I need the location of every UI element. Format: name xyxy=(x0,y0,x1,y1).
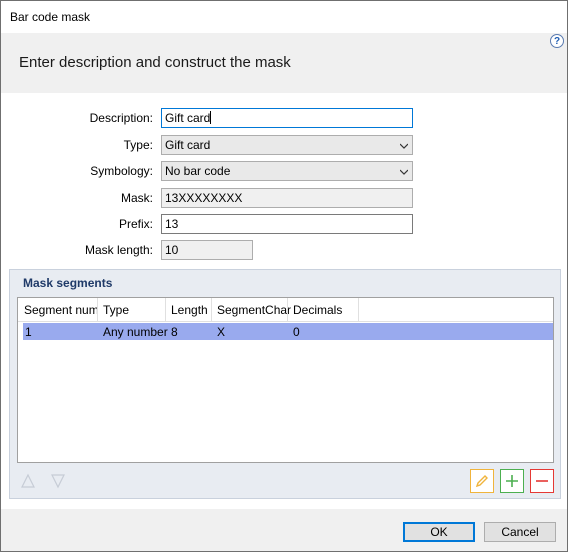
text-caret xyxy=(210,111,212,124)
cell-type: Any number xyxy=(103,325,168,339)
column-header[interactable]: Type xyxy=(97,298,135,322)
pencil-icon xyxy=(475,475,488,488)
type-label: Type: xyxy=(123,138,153,152)
prefix-input[interactable]: 13 xyxy=(161,214,413,234)
cell-length: 8 xyxy=(171,325,178,339)
mask-length-row: Mask length: 10 xyxy=(1,240,567,260)
type-value: Gift card xyxy=(165,138,211,152)
description-value: Gift card xyxy=(165,111,211,125)
column-header[interactable]: Decimals xyxy=(287,298,348,322)
column-header[interactable]: Segment num xyxy=(18,298,105,322)
cancel-button[interactable]: Cancel xyxy=(484,522,556,542)
column-divider[interactable] xyxy=(358,298,359,322)
cell-segment-num: 1 xyxy=(25,325,32,339)
mask-row: Mask: 13XXXXXXXX xyxy=(1,188,567,208)
segments-grid[interactable]: Segment num Type Length SegmentChar Deci… xyxy=(17,297,554,463)
column-header[interactable]: SegmentChar xyxy=(211,298,297,322)
mask-segments-group: Mask segments Segment num Type Length Se… xyxy=(9,269,561,499)
dialog-header: ? Enter description and construct the ma… xyxy=(1,33,567,93)
triangle-up-icon xyxy=(21,473,35,488)
column-header[interactable]: Length xyxy=(165,298,214,322)
mask-length-label: Mask length: xyxy=(84,243,153,257)
mask-value: 13XXXXXXXX xyxy=(165,191,243,205)
minus-icon xyxy=(536,480,548,482)
mask-label: Mask: xyxy=(120,191,153,205)
remove-segment-button[interactable] xyxy=(530,469,554,493)
chevron-down-icon xyxy=(400,143,408,149)
type-select[interactable]: Gift card xyxy=(161,135,413,155)
prefix-row: Prefix: 13 xyxy=(1,214,567,234)
prefix-value: 13 xyxy=(165,217,179,231)
add-segment-button[interactable] xyxy=(500,469,524,493)
description-row: Description: Gift card xyxy=(1,108,567,128)
dialog-window: Bar code mask ? Enter description and co… xyxy=(0,0,568,552)
description-label: Description: xyxy=(89,111,153,125)
symbology-select[interactable]: No bar code xyxy=(161,161,413,181)
plus-icon xyxy=(506,475,518,487)
mask-field: 13XXXXXXXX xyxy=(161,188,413,208)
chevron-down-icon xyxy=(400,169,408,175)
prefix-label: Prefix: xyxy=(118,217,153,231)
group-title: Mask segments xyxy=(23,276,113,290)
symbology-row: Symbology: No bar code xyxy=(1,161,567,181)
move-up-button[interactable] xyxy=(16,469,40,493)
description-input[interactable]: Gift card xyxy=(161,108,413,128)
title-bar[interactable]: Bar code mask xyxy=(1,1,567,33)
dialog-footer: OK Cancel xyxy=(1,509,567,551)
ok-button[interactable]: OK xyxy=(403,522,475,542)
window-title: Bar code mask xyxy=(10,10,91,24)
symbology-value: No bar code xyxy=(165,164,231,178)
table-row[interactable]: 1 Any number 8 X 0 xyxy=(23,323,553,340)
grid-header: Segment num Type Length SegmentChar Deci… xyxy=(18,298,553,322)
form-area: Description: Gift card Type: Gift card S… xyxy=(1,93,567,509)
cell-segment-char: X xyxy=(217,325,226,339)
mask-length-field: 10 xyxy=(161,240,253,260)
type-row: Type: Gift card xyxy=(1,135,567,155)
symbology-label: Symbology: xyxy=(90,164,153,178)
edit-button[interactable] xyxy=(470,469,494,493)
help-icon[interactable]: ? xyxy=(550,34,564,48)
triangle-down-icon xyxy=(51,474,65,489)
mask-length-value: 10 xyxy=(165,243,179,257)
cell-decimals: 0 xyxy=(293,325,300,339)
move-down-button[interactable] xyxy=(46,469,70,493)
page-title: Enter description and construct the mask xyxy=(19,54,291,71)
